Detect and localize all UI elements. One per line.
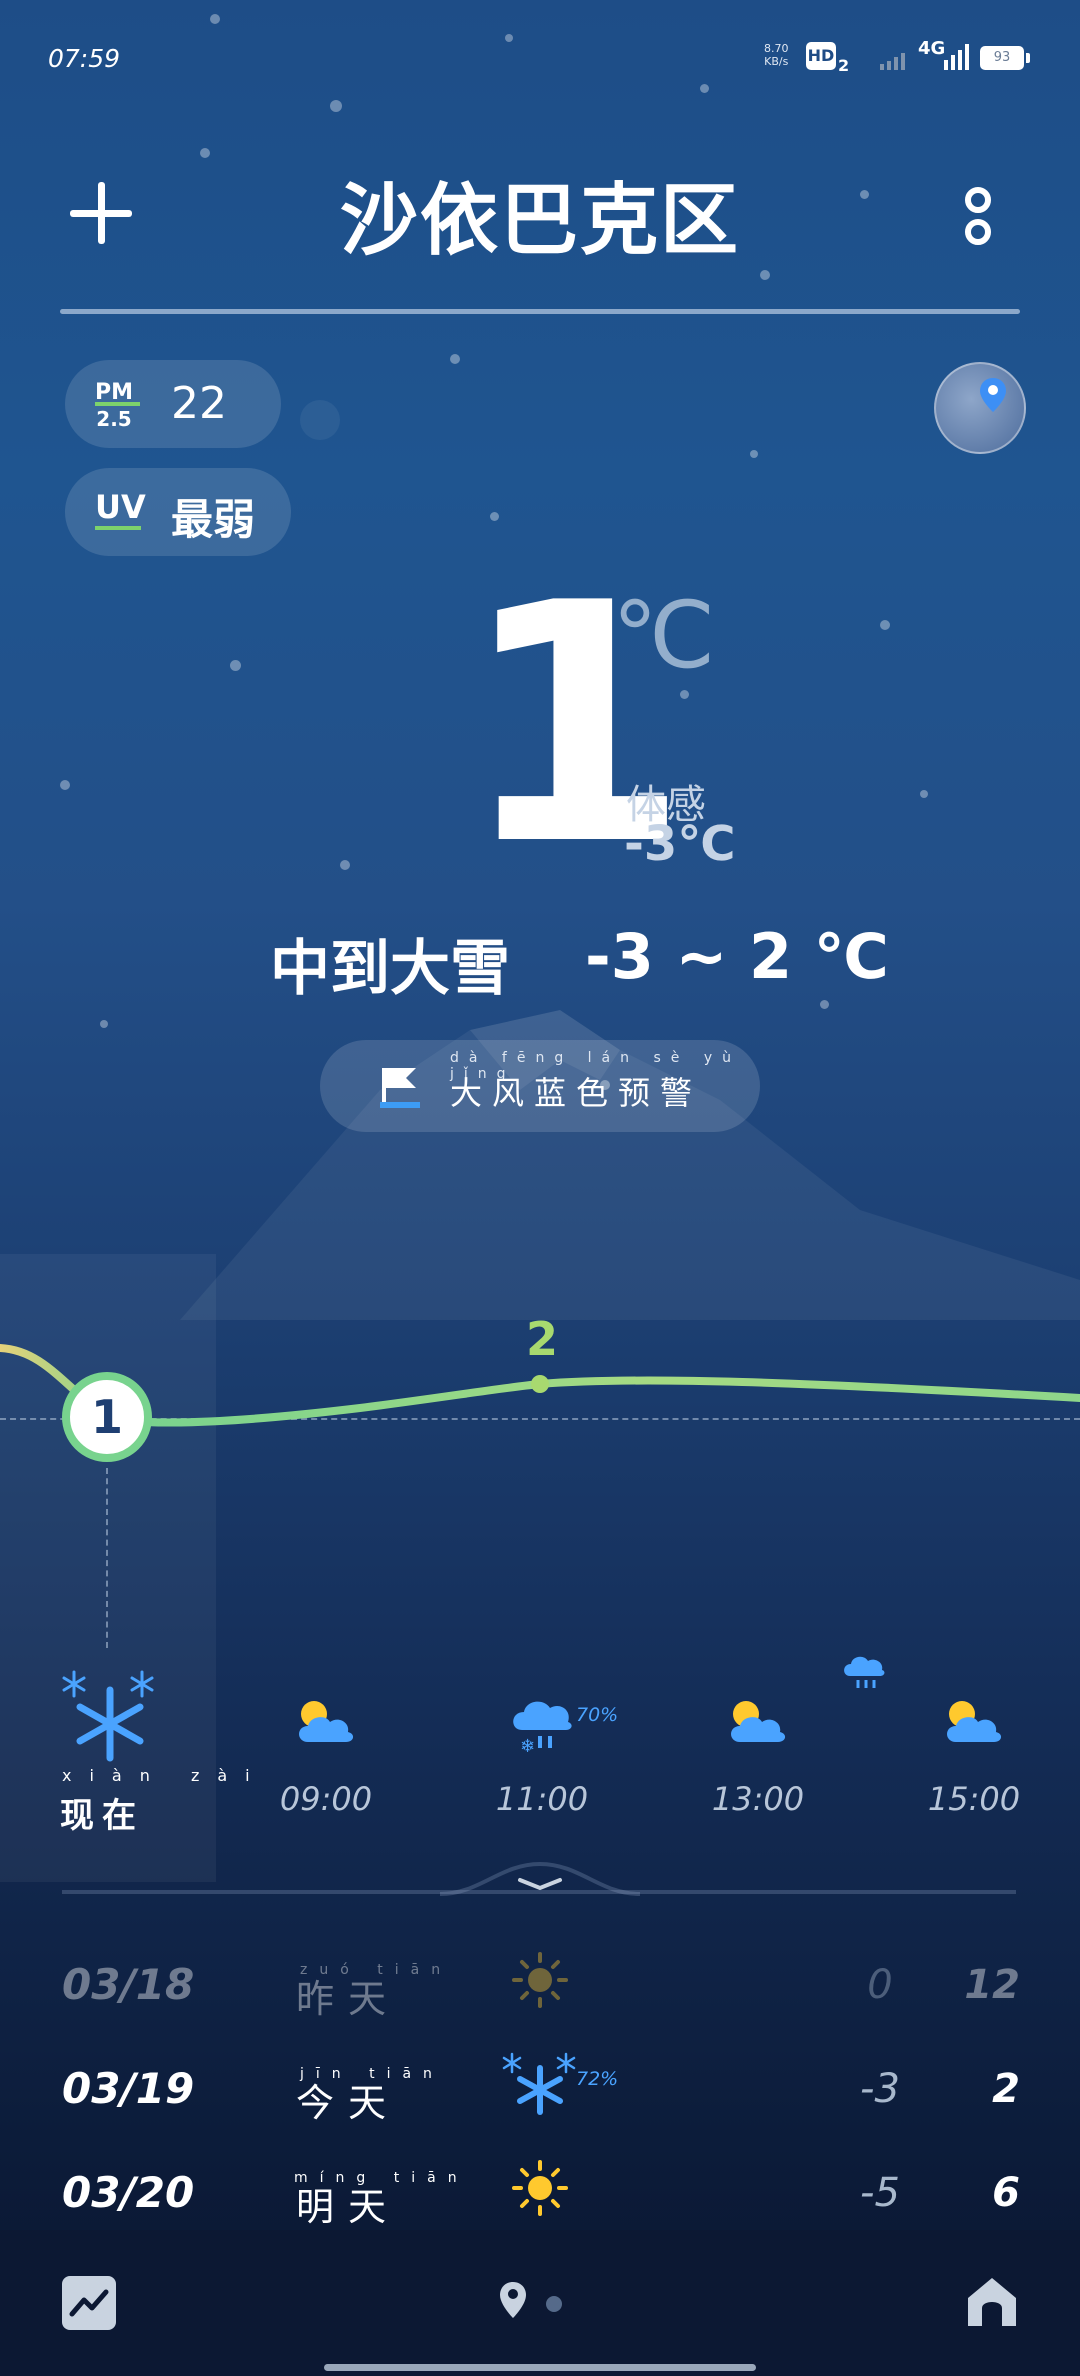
- network-type: 4G: [918, 38, 946, 59]
- feels-like-value: -3℃: [624, 816, 736, 872]
- day-name: 昨天: [296, 1977, 401, 2021]
- battery-tip: [1026, 53, 1030, 63]
- signal-icon: [880, 53, 905, 70]
- location-avatar[interactable]: [934, 362, 1026, 454]
- now-vertical-line: [106, 1468, 108, 1648]
- weather-condition: 中到大雪: [270, 934, 510, 1004]
- trend-button[interactable]: [62, 2276, 116, 2330]
- network-speed-value: 8.70: [764, 42, 789, 55]
- daily-row[interactable]: 03/19 jīn tiān 今天 -3 2: [0, 2044, 1080, 2144]
- day-low: -3: [860, 2066, 900, 2112]
- city-title[interactable]: 沙依巴克区: [240, 158, 840, 270]
- pm25-chip[interactable]: PM 2.5 22: [65, 360, 281, 448]
- signal-strength-icon: [944, 44, 969, 70]
- chevron-down-icon: [518, 1878, 562, 1891]
- hour-label: 09:00: [279, 1780, 373, 1818]
- peak-temp-label: 2: [526, 1312, 559, 1366]
- temperature-unit: ℃: [612, 582, 716, 689]
- expand-handle[interactable]: [440, 1858, 640, 1898]
- more-options-icon[interactable]: [962, 186, 994, 248]
- day-high: 12: [964, 1962, 1020, 2008]
- rain-icon: [844, 1656, 885, 1688]
- pm-label-top: PM: [95, 380, 134, 405]
- alert-flag-icon: [380, 1068, 420, 1108]
- battery-icon: 93: [980, 46, 1024, 70]
- now-pinyin: xiàn zài: [62, 1766, 268, 1785]
- hd-icon: HD: [806, 42, 836, 70]
- day-name: 今天: [296, 2081, 401, 2125]
- partly-cloudy-icon: [299, 1701, 354, 1742]
- pm25-label: PM 2.5: [95, 380, 134, 431]
- svg-text:❄: ❄: [520, 1736, 535, 1757]
- add-city-button[interactable]: [70, 182, 132, 244]
- weather-alert-chip[interactable]: dà fēng lán sè yù jǐng 大风蓝色预警: [320, 1040, 760, 1132]
- uv-chip[interactable]: UV 最弱: [65, 468, 291, 556]
- bottom-navigation: [0, 2230, 1080, 2376]
- partly-cloudy-icon: [731, 1701, 786, 1742]
- precip-probability: 72%: [576, 2068, 619, 2090]
- home-icon[interactable]: [964, 2274, 1020, 2330]
- daily-row[interactable]: 03/18 zuó tiān 昨天 0 12: [0, 1940, 1080, 2040]
- network-speed-unit: KB/s: [764, 55, 789, 68]
- day-name: 明天: [296, 2185, 401, 2229]
- sun-icon: [512, 2160, 568, 2216]
- location-pin-icon[interactable]: [498, 2280, 528, 2320]
- status-time: 07:59: [48, 44, 121, 73]
- snow-icon: [62, 1670, 154, 1762]
- pm-label-bottom: 2.5: [96, 407, 132, 431]
- day-date: 03/18: [62, 1960, 195, 2009]
- hd-sub: 2: [838, 56, 850, 75]
- precip-probability: 70%: [576, 1704, 619, 1726]
- temperature-range: -3 ~ 2 ℃: [585, 920, 889, 993]
- hour-label: 15:00: [927, 1780, 1021, 1818]
- hour-label: 11:00: [495, 1780, 589, 1818]
- sun-icon: [512, 1952, 568, 2008]
- current-temp-marker: 1: [62, 1372, 152, 1462]
- uv-indicator-bar: [95, 526, 141, 530]
- header-divider: [60, 309, 1020, 314]
- uv-value: 最弱: [171, 495, 256, 544]
- day-high: 6: [992, 2170, 1020, 2216]
- snow-icon: [502, 2052, 576, 2115]
- hour-label: 13:00: [711, 1780, 805, 1818]
- location-pin-icon: [980, 378, 1006, 412]
- rain-snow-icon: ❄: [513, 1701, 572, 1757]
- day-low: 0: [867, 1962, 893, 2008]
- page-indicator-dot: [546, 2296, 562, 2312]
- uv-label: UV: [95, 488, 146, 526]
- day-high: 2: [992, 2066, 1020, 2112]
- partly-cloudy-icon: [947, 1701, 1002, 1742]
- alert-text: 大风蓝色预警: [450, 1074, 703, 1112]
- day-date: 03/20: [62, 2168, 195, 2217]
- day-date: 03/19: [62, 2064, 195, 2113]
- now-label: 现在: [60, 1796, 144, 1836]
- network-speed: 8.70 KB/s: [764, 42, 789, 68]
- day-low: -5: [860, 2170, 900, 2216]
- trend-chart-icon: [69, 2289, 109, 2317]
- pm25-value: 22: [171, 378, 227, 429]
- pm25-indicator-bar: [95, 402, 140, 406]
- home-indicator[interactable]: [324, 2364, 756, 2371]
- peak-point: [531, 1375, 549, 1393]
